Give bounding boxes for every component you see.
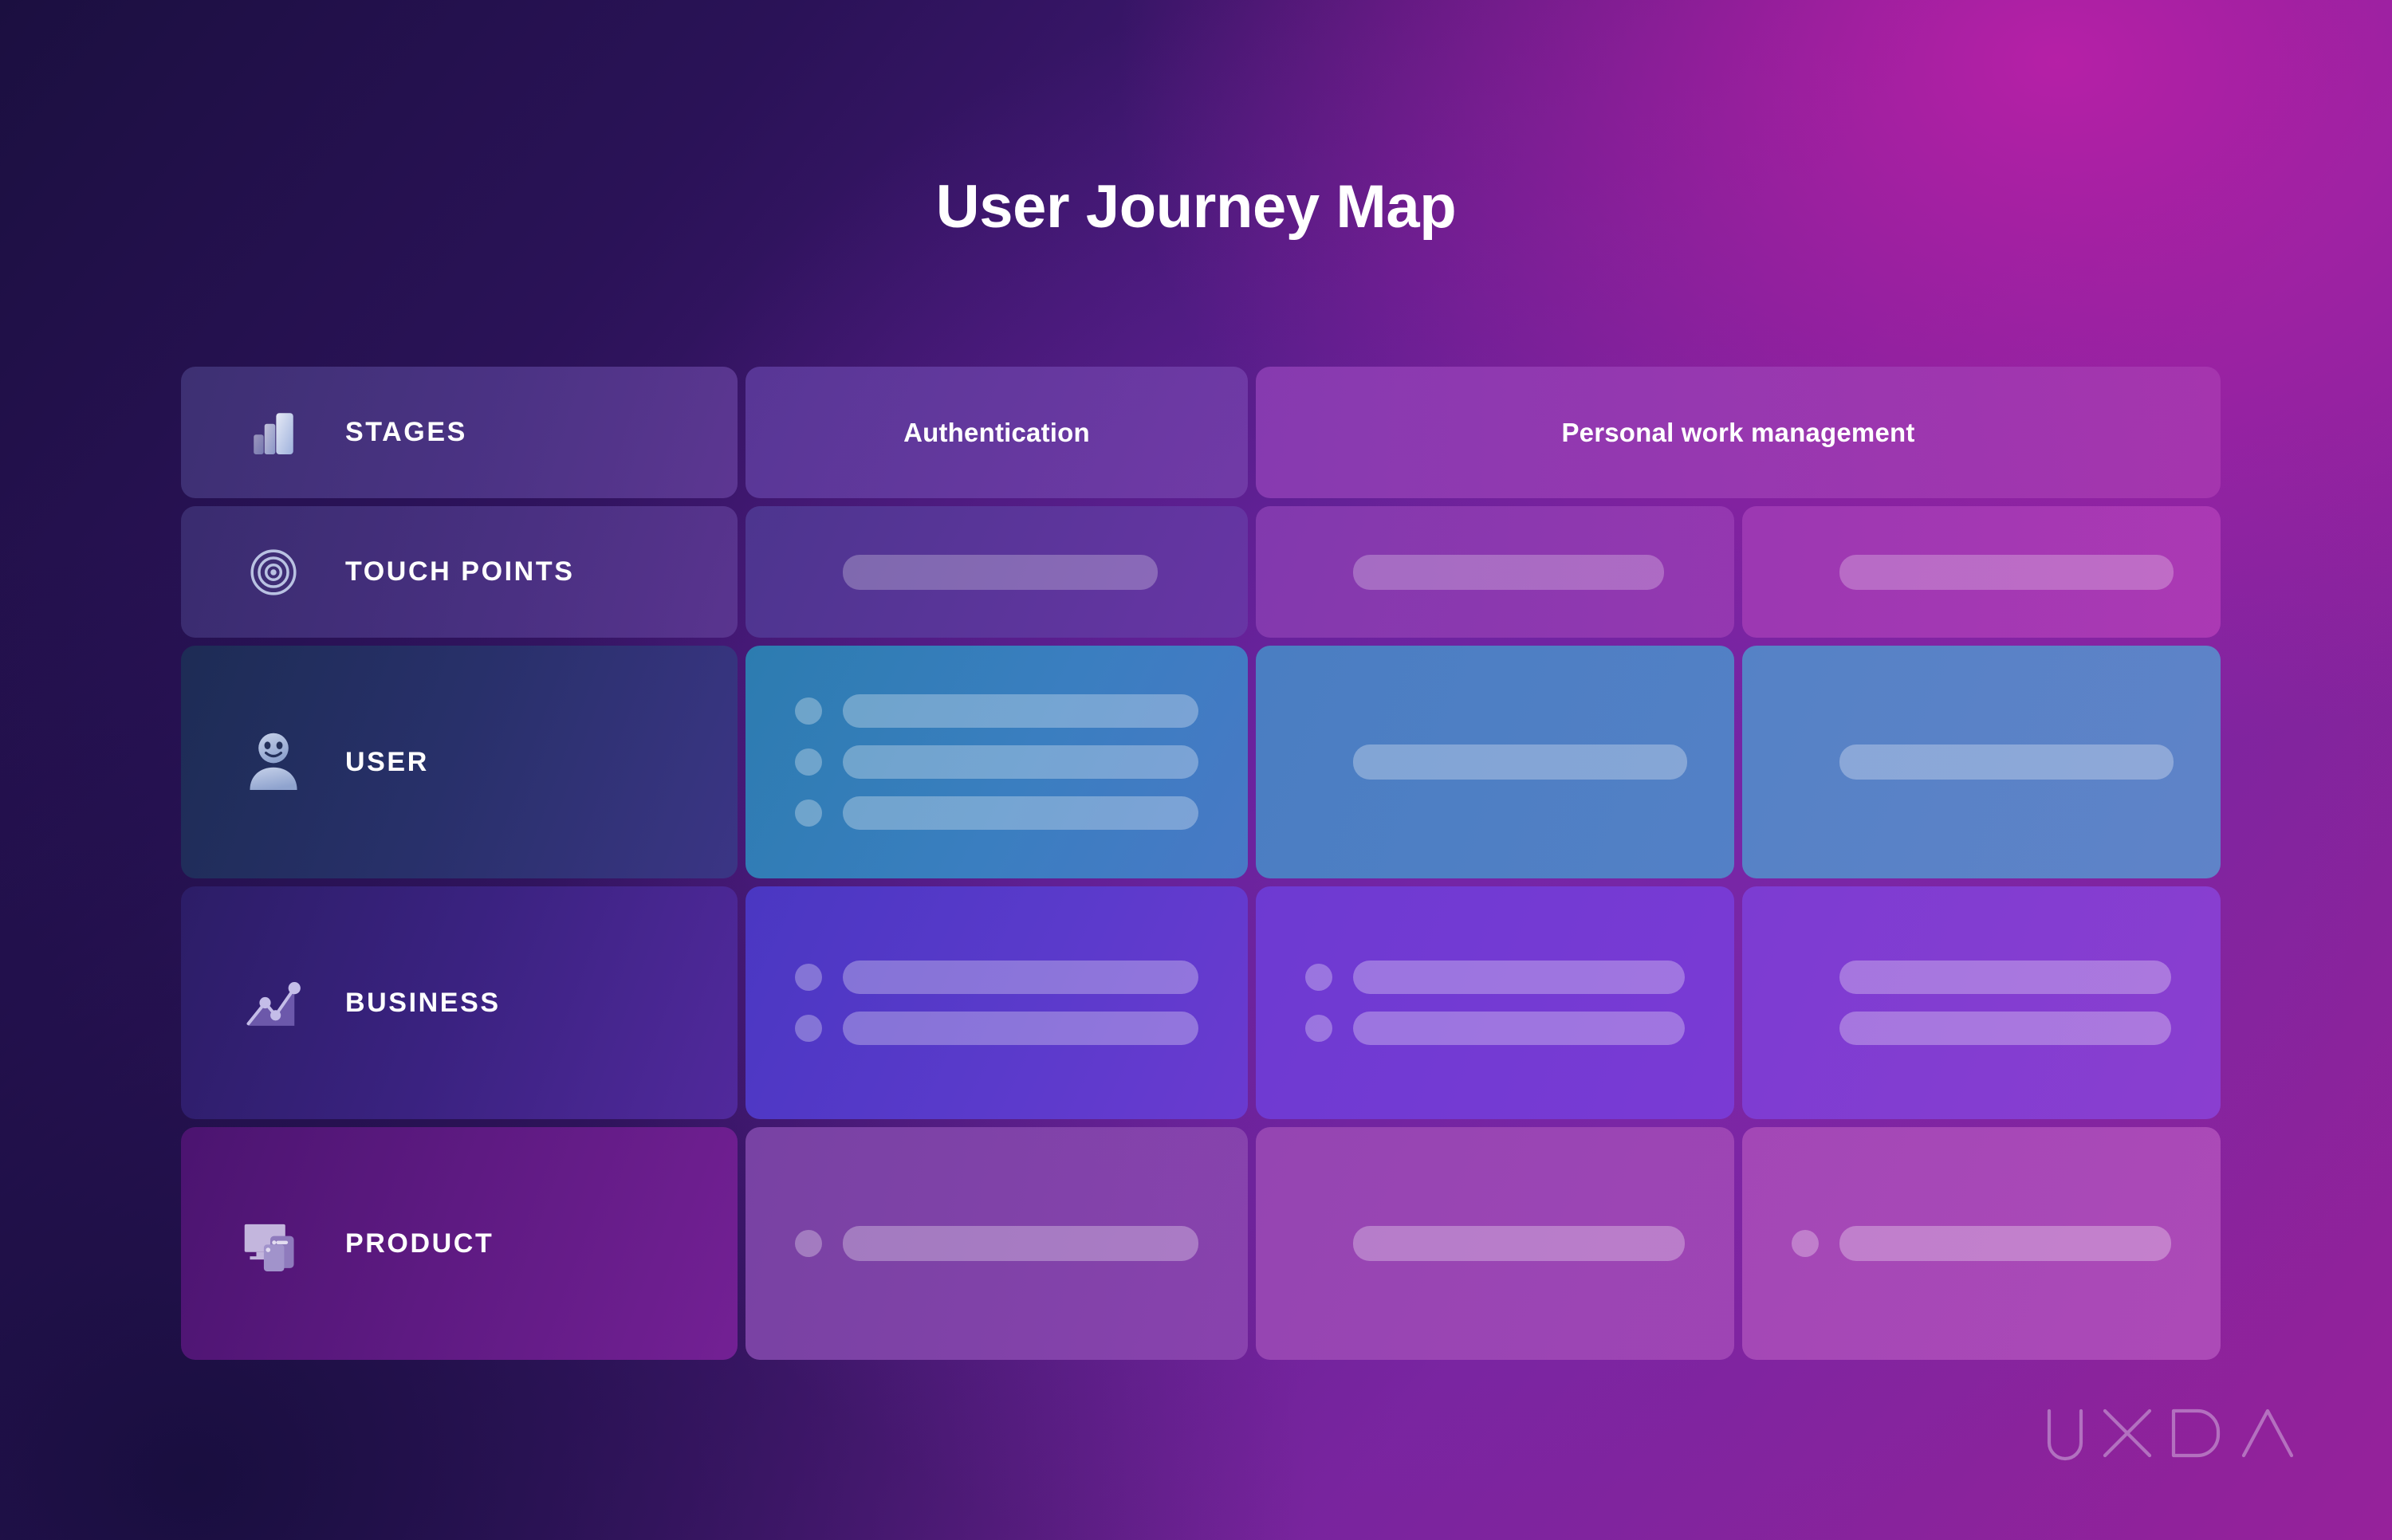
placeholder-bar [843,694,1198,728]
skeleton-row [1305,554,1685,590]
placeholder-bar [843,745,1198,779]
skeleton-row [1792,1012,2171,1045]
skeleton-stack [1256,886,1734,1119]
stage-header-personal-work-management[interactable]: Personal work management [1256,367,2221,498]
uxda-logo [2041,1400,2304,1467]
skeleton-stack [746,1127,1248,1360]
skeleton-row [1305,1226,1685,1261]
row-label-business[interactable]: BUSINESS [181,886,738,1119]
placeholder-bar [843,796,1198,830]
skeleton-row [795,1226,1198,1261]
skeleton-row [795,796,1198,830]
user-avatar-icon [237,725,310,799]
skeleton-stack [1256,506,1734,638]
stage-header-authentication[interactable]: Authentication [746,367,1248,498]
bullet-dot [795,1230,822,1257]
skeleton-row [1792,744,2174,780]
cell-business-col2[interactable] [1256,886,1734,1119]
skeleton-stack [746,506,1248,638]
stage-header-label: Authentication [903,417,1090,447]
bullet-dot [1305,964,1332,991]
row-label-touch-points[interactable]: TOUCH POINTS [181,506,738,638]
cell-business-col1[interactable] [746,886,1248,1119]
skeleton-stack [1742,1127,2221,1360]
cell-product-col3[interactable] [1742,1127,2221,1360]
skeleton-row [795,745,1198,779]
placeholder-bar [1353,744,1687,780]
skeleton-stack [1256,646,1734,878]
skeleton-stack [746,886,1248,1119]
bullet-dot [795,1015,822,1042]
bullet-dot [795,748,822,776]
target-icon [237,536,310,609]
placeholder-bar [1839,744,2174,780]
skeleton-row [795,694,1198,728]
cell-touchpoints-col2[interactable] [1256,506,1734,638]
placeholder-bar [1839,554,2174,590]
page-title-container: User Journey Map [0,177,2392,238]
skeleton-row [1792,961,2171,994]
placeholder-bar [1839,1012,2171,1045]
placeholder-bar [1353,961,1685,994]
row-label-text: USER [345,746,429,777]
placeholder-bar [843,1012,1198,1045]
skeleton-row [1305,1012,1685,1045]
journey-map-grid: STAGES Authentication Personal work mana… [181,367,2221,1360]
row-label-stages[interactable]: STAGES [181,367,738,498]
skeleton-stack [1256,1127,1734,1360]
skeleton-row [1792,554,2174,590]
row-label-text: BUSINESS [345,987,501,1018]
placeholder-bar [843,961,1198,994]
cell-touchpoints-col3[interactable] [1742,506,2221,638]
bar-chart-icon [237,396,310,469]
bullet-dot [795,697,822,725]
row-label-user[interactable]: USER [181,646,738,878]
cell-product-col1[interactable] [746,1127,1248,1360]
bullet-dot [1305,1015,1332,1042]
cell-business-col3[interactable] [1742,886,2221,1119]
placeholder-bar [1353,1012,1685,1045]
placeholder-bar [843,1226,1198,1261]
skeleton-row [795,1012,1198,1045]
row-label-text: STAGES [345,417,467,447]
devices-icon [237,1207,310,1280]
bullet-dot [795,799,822,827]
cell-user-col3[interactable] [1742,646,2221,878]
skeleton-row [1792,1226,2171,1261]
skeleton-stack [1742,506,2221,638]
placeholder-bar [843,554,1158,590]
placeholder-bar [1839,961,2171,994]
page-title: User Journey Map [935,173,1457,241]
cell-product-col2[interactable] [1256,1127,1734,1360]
cell-user-col2[interactable] [1256,646,1734,878]
bullet-dot [795,964,822,991]
row-label-text: TOUCH POINTS [345,556,575,587]
skeleton-stack [746,646,1248,878]
skeleton-stack [1742,646,2221,878]
row-label-text: PRODUCT [345,1228,494,1259]
skeleton-row [795,554,1198,590]
skeleton-row [795,961,1198,994]
placeholder-bar [1839,1226,2171,1261]
cell-user-col1[interactable] [746,646,1248,878]
line-chart-icon [237,966,310,1039]
skeleton-stack [1742,886,2221,1119]
cell-touchpoints-col1[interactable] [746,506,1248,638]
placeholder-bar [1353,1226,1685,1261]
placeholder-bar [1353,554,1665,590]
row-label-product[interactable]: PRODUCT [181,1127,738,1360]
bullet-dot [1792,1230,1819,1257]
skeleton-row [1305,961,1685,994]
stage-header-label: Personal work management [1561,417,1915,447]
skeleton-row [1305,744,1687,780]
